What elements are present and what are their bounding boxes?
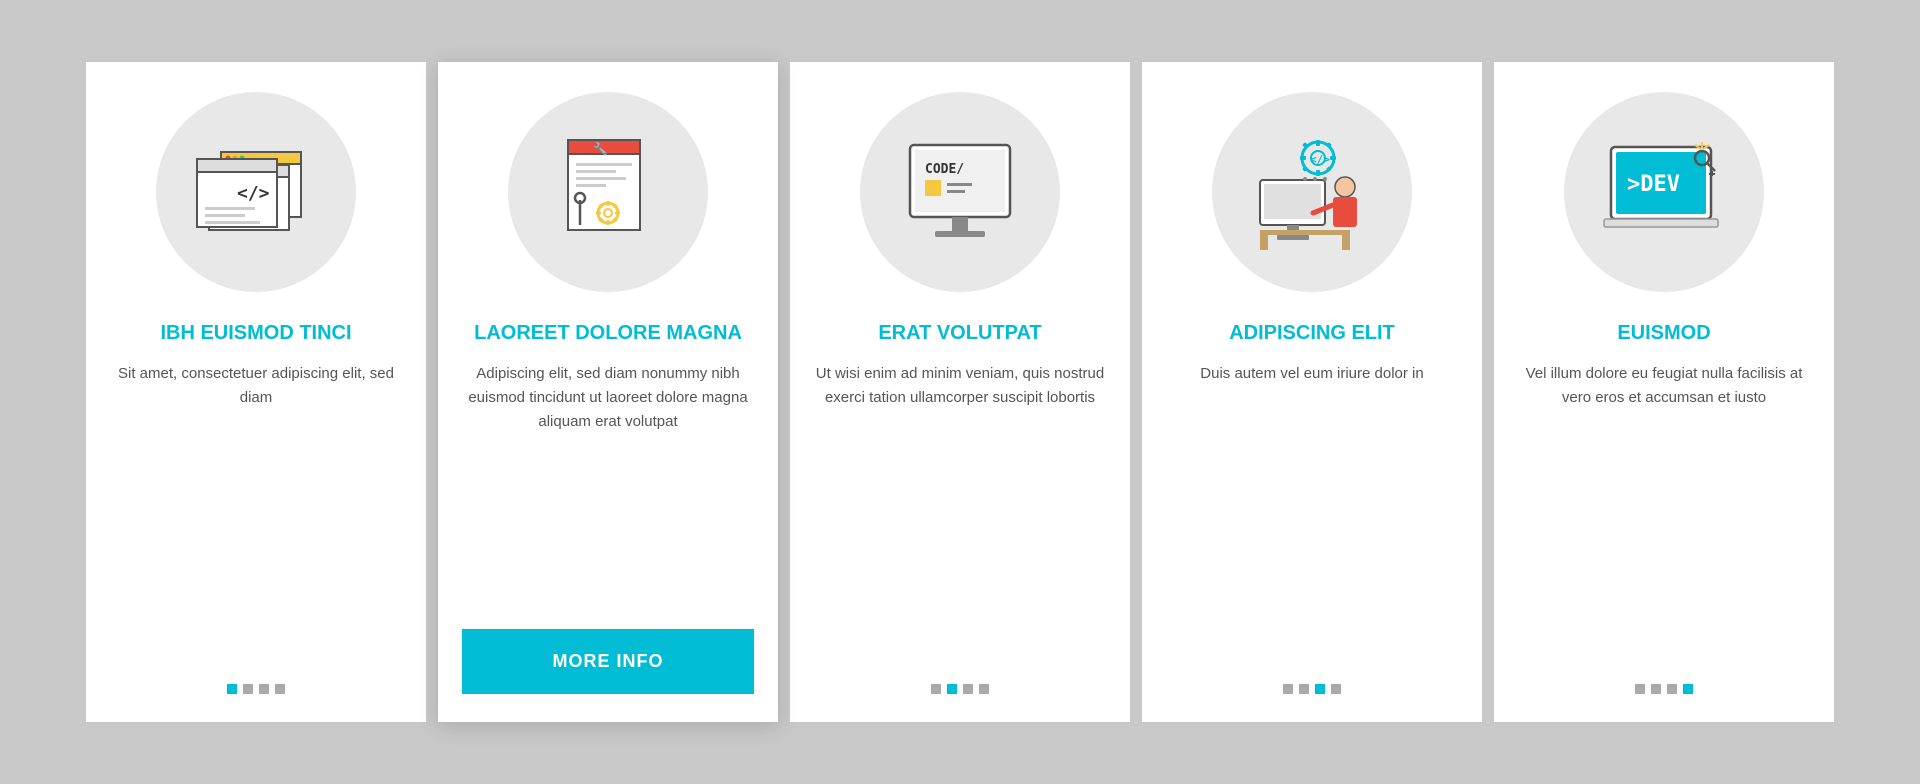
developer-icon: </> [1245, 135, 1380, 250]
card-4-desc: Duis autem vel eum iriure dolor in [1200, 362, 1423, 656]
dot-5-3 [1667, 684, 1677, 694]
card-5: >DEV EUISMOD Vel illum dolore eu feu [1494, 62, 1834, 722]
card-4-title: ADIPISCING ELIT [1229, 320, 1395, 346]
svg-text:</>: </> [237, 183, 270, 204]
dot-3-4 [979, 684, 989, 694]
web-code-icon: </> [191, 137, 321, 247]
card-5-title: EUISMOD [1617, 320, 1710, 346]
card-3: CODE/ ERAT VOLUTPAT Ut wisi enim ad mini… [790, 62, 1130, 722]
svg-text:🔧: 🔧 [593, 141, 608, 156]
card-3-dots [931, 684, 989, 694]
card-5-icon-circle: >DEV [1564, 92, 1764, 292]
dot-1-2 [243, 684, 253, 694]
dot-3-3 [963, 684, 973, 694]
svg-text:</>: </> [1310, 153, 1330, 166]
code-monitor-icon: CODE/ [895, 135, 1025, 250]
card-3-desc: Ut wisi enim ad minim veniam, quis nostr… [814, 362, 1106, 656]
card-1-desc: Sit amet, consectetuer adipiscing elit, … [110, 362, 402, 656]
more-info-button[interactable]: MORE INFO [462, 629, 754, 694]
dot-3-1 [931, 684, 941, 694]
card-2-title: LAOREET DOLORE MAGNA [474, 320, 742, 346]
card-4-icon-circle: </> [1212, 92, 1412, 292]
card-2: 🔧 [438, 62, 778, 722]
cards-container: </> IBH EUISMOD TINCI Sit amet, consecte… [86, 62, 1834, 722]
card-4: </> [1142, 62, 1482, 722]
card-1-icon-circle: </> [156, 92, 356, 292]
doc-settings-icon: 🔧 [548, 135, 668, 250]
card-4-dots [1283, 684, 1341, 694]
card-1-title: IBH EUISMOD TINCI [160, 320, 351, 346]
dot-1-3 [259, 684, 269, 694]
dev-laptop-icon: >DEV [1599, 135, 1729, 250]
card-2-desc: Adipiscing elit, sed diam nonummy nibh e… [462, 362, 754, 605]
dot-1-1 [227, 684, 237, 694]
svg-text:CODE/: CODE/ [925, 162, 964, 177]
card-1-dots [227, 684, 285, 694]
card-3-title: ERAT VOLUTPAT [878, 320, 1041, 346]
card-1: </> IBH EUISMOD TINCI Sit amet, consecte… [86, 62, 426, 722]
card-3-icon-circle: CODE/ [860, 92, 1060, 292]
card-5-desc: Vel illum dolore eu feugiat nulla facili… [1518, 362, 1810, 656]
dot-5-4 [1683, 684, 1693, 694]
dot-4-3 [1315, 684, 1325, 694]
svg-text:>DEV: >DEV [1627, 172, 1680, 197]
dot-4-4 [1331, 684, 1341, 694]
dot-3-2 [947, 684, 957, 694]
dot-1-4 [275, 684, 285, 694]
dot-5-2 [1651, 684, 1661, 694]
dot-5-1 [1635, 684, 1645, 694]
dot-4-1 [1283, 684, 1293, 694]
card-2-icon-circle: 🔧 [508, 92, 708, 292]
dot-4-2 [1299, 684, 1309, 694]
card-5-dots [1635, 684, 1693, 694]
